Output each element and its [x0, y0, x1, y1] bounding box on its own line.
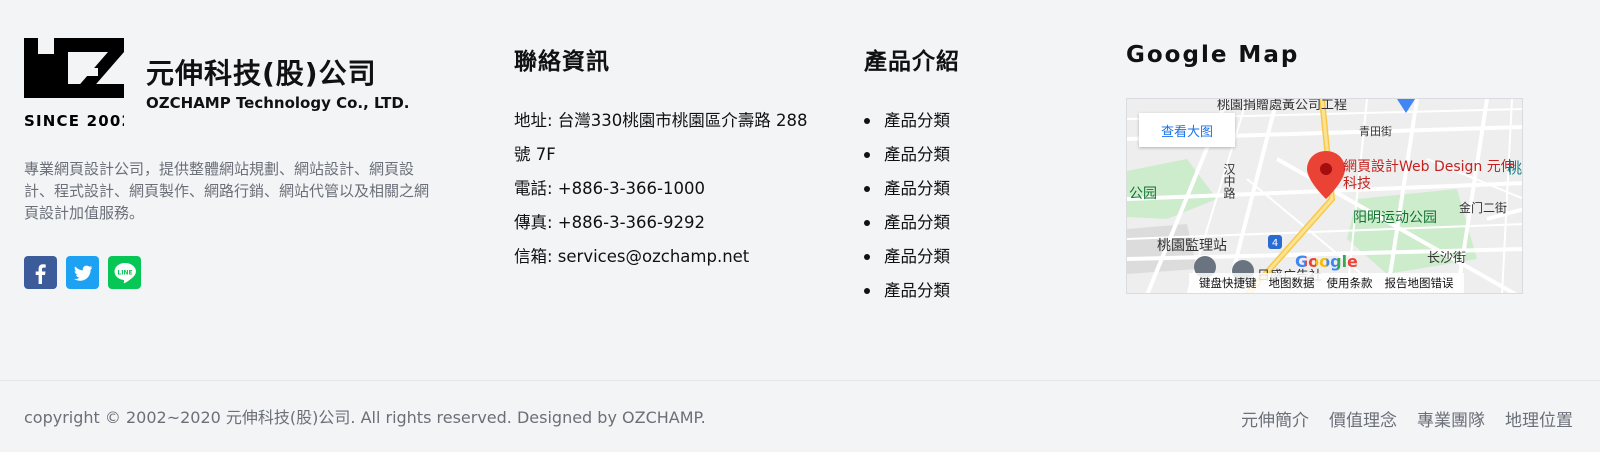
copyright-text: copyright © 2002~2020 元伸科技(股)公司. All rig…	[24, 408, 706, 427]
footer-top: SINCE 2002 元伸科技(股)公司 OZCHAMP Technology …	[0, 0, 1600, 380]
google-logo: Google	[1295, 252, 1358, 271]
view-larger-map-button[interactable]: 查看大图	[1139, 113, 1235, 147]
product-category-link[interactable]: 產品分類	[864, 274, 1064, 308]
company-name-en: OZCHAMP Technology Co., LTD.	[146, 94, 410, 112]
map-terms-link[interactable]: 使用条款	[1321, 275, 1379, 291]
map-report-error-link[interactable]: 报告地图错误	[1379, 275, 1460, 291]
product-category-link[interactable]: 產品分類	[864, 206, 1064, 240]
product-category-link[interactable]: 產品分類	[864, 138, 1064, 172]
footer-divider	[0, 380, 1600, 381]
map-data-link[interactable]: 地图数据	[1263, 275, 1321, 291]
footer-nav-about[interactable]: 元伸簡介	[1241, 406, 1309, 431]
map-label-park: 阳明运动公园	[1353, 210, 1437, 226]
map-label-street3: 金门二街	[1459, 201, 1508, 215]
contact-email[interactable]: 信箱: services@ozchamp.net	[514, 240, 824, 274]
footer-nav-team[interactable]: 專業團隊	[1417, 406, 1485, 431]
svg-text:LINE: LINE	[117, 269, 132, 276]
ozchamp-logo[interactable]: SINCE 2002	[24, 38, 124, 130]
map-column: Google Map 4 查看大图 桃園捐贈處黃公司工程 青田街 汉中路 公园 …	[1126, 42, 1526, 294]
map-label-road: 汉中路	[1222, 163, 1236, 199]
google-map-embed[interactable]: 4 查看大图 桃園捐贈處黃公司工程 青田街 汉中路 公园 阳明运动公园 桃園監理…	[1126, 98, 1523, 294]
contact-address: 地址: 台灣330桃園市桃園區介壽路 288號 7F	[514, 111, 808, 164]
product-category-link[interactable]: 產品分類	[864, 104, 1064, 138]
products-title: 產品介紹	[864, 49, 960, 75]
facebook-icon[interactable]	[24, 256, 57, 289]
product-category-link[interactable]: 產品分類	[864, 172, 1064, 206]
map-keyboard-shortcuts-link[interactable]: 键盘快捷键	[1193, 275, 1263, 291]
map-label-street2: 长沙街	[1427, 251, 1467, 266]
map-title: Google Map	[1126, 42, 1300, 68]
contact-column: 聯絡資訊 地址: 台灣330桃園市桃園區介壽路 288號 7F 電話: +886…	[514, 42, 824, 274]
contact-fax: 傳真: +886-3-366-9292	[514, 213, 705, 232]
footer-nav-values[interactable]: 價值理念	[1329, 406, 1397, 431]
map-footer-links: 键盘快捷键 地图数据 使用条款 报告地图错误	[1189, 273, 1464, 293]
twitter-icon[interactable]	[66, 256, 99, 289]
svg-text:SINCE 2002: SINCE 2002	[24, 112, 124, 130]
company-name: 元伸科技(股)公司	[146, 57, 377, 90]
svg-text:4: 4	[1272, 238, 1278, 249]
footer-nav: 元伸簡介 價值理念 專業團隊 地理位置	[1241, 406, 1573, 431]
map-label-street: 青田街	[1359, 125, 1392, 138]
map-marker-label: 網頁設計Web Design 元伸科技	[1343, 159, 1515, 192]
contact-phone: 電話: +886-3-366-1000	[514, 179, 705, 198]
product-category-link[interactable]: 產品分類	[864, 240, 1064, 274]
map-label-station: 桃園監理站	[1157, 238, 1227, 254]
map-label-park-left: 公园	[1129, 186, 1157, 202]
contact-info: 地址: 台灣330桃園市桃園區介壽路 288號 7F 電話: +886-3-36…	[514, 104, 824, 274]
map-label-top: 桃園捐贈處黃公司工程	[1217, 98, 1348, 113]
google-logo-text: Google	[1295, 252, 1358, 271]
footer-nav-location[interactable]: 地理位置	[1505, 406, 1573, 431]
contact-title: 聯絡資訊	[514, 49, 610, 75]
company-description: 專業網頁設計公司，提供整體網站規劃、網站設計、網頁設計、程式設計、網頁製作、網路…	[24, 160, 430, 222]
social-links: LINE	[24, 256, 141, 289]
product-list: 產品分類 產品分類 產品分類 產品分類 產品分類 產品分類	[864, 104, 1064, 308]
line-icon[interactable]: LINE	[108, 256, 141, 289]
products-column: 產品介紹 產品分類 產品分類 產品分類 產品分類 產品分類 產品分類	[864, 42, 1064, 308]
